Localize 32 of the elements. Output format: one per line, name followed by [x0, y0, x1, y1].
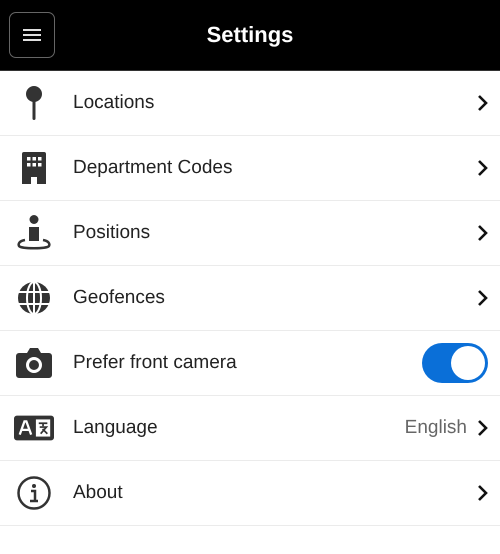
camera-icon	[16, 348, 52, 378]
chevron-right-icon	[477, 419, 488, 437]
chevron-right-icon	[477, 484, 488, 502]
language-icon	[14, 415, 54, 441]
setting-label: Geofences	[73, 287, 166, 309]
setting-label: About	[73, 482, 124, 504]
menu-button[interactable]	[9, 12, 55, 58]
settings-row[interactable]: About	[0, 461, 500, 526]
setting-value: English	[404, 417, 467, 439]
chevron-right-icon	[477, 289, 488, 307]
setting-label: Department Codes	[73, 157, 234, 179]
setting-label: Language	[73, 417, 159, 439]
settings-row[interactable]: Positions	[0, 201, 500, 266]
pin-icon	[26, 86, 42, 120]
globe-icon	[17, 281, 51, 315]
person-icon	[17, 215, 51, 251]
info-icon	[17, 476, 51, 510]
settings-row[interactable]: Locations	[0, 71, 500, 136]
chevron-right-icon	[477, 224, 488, 242]
settings-row[interactable]: Department Codes	[0, 136, 500, 201]
chevron-right-icon	[477, 159, 488, 177]
page-title: Settings	[206, 22, 294, 48]
setting-label: Positions	[73, 222, 152, 244]
setting-label: Prefer front camera	[73, 352, 238, 374]
toggle-switch[interactable]	[422, 343, 488, 383]
settings-row[interactable]: Language English	[0, 396, 500, 461]
building-icon	[22, 152, 46, 184]
settings-row[interactable]: Geofences	[0, 266, 500, 331]
setting-label: Locations	[73, 92, 156, 114]
chevron-right-icon	[477, 94, 488, 112]
settings-row[interactable]: Prefer front camera	[0, 331, 500, 396]
menu-icon	[23, 29, 41, 41]
